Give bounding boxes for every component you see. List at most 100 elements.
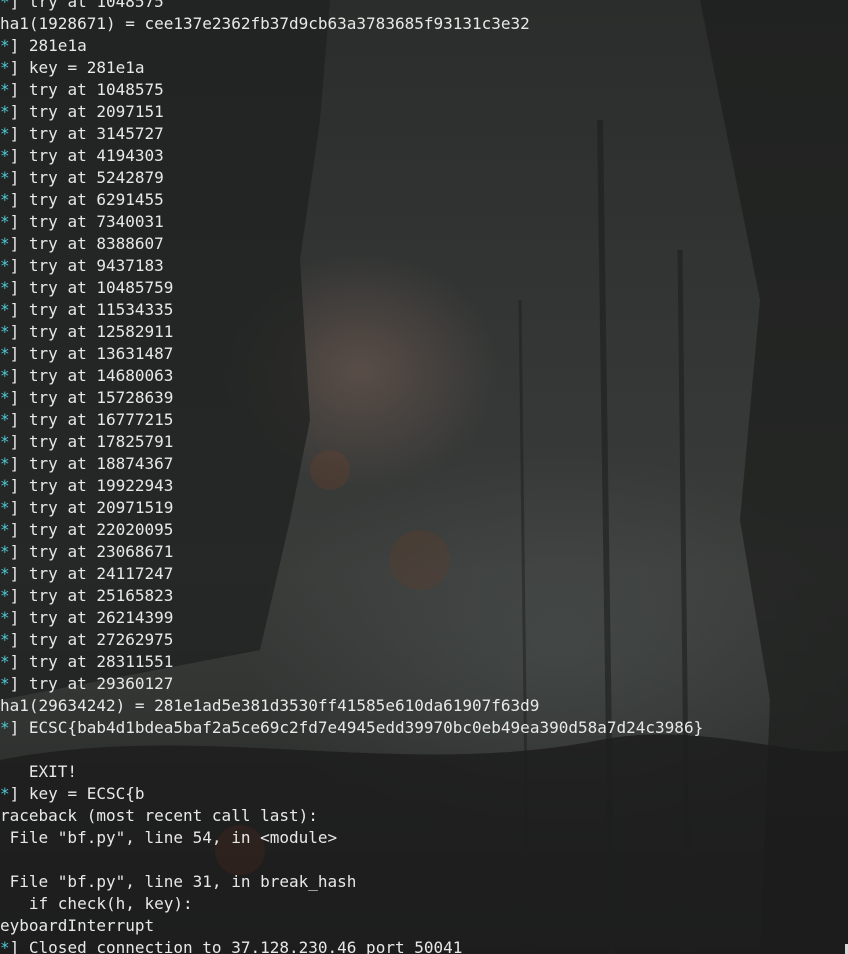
terminal-line: *] try at 1048575 (0, 79, 164, 101)
terminal-line-text: ] try at 25165823 (9, 586, 174, 605)
status-star: * (0, 36, 10, 55)
terminal-line-text: ] try at 1048575 (9, 0, 164, 11)
terminal-line: *] try at 6291455 (0, 189, 164, 211)
terminal-line-text: ] try at 17825791 (9, 432, 174, 451)
terminal-line: ha1(1928671) = cee137e2362fb37d9cb63a378… (0, 13, 530, 35)
terminal-line: *] try at 16777215 (0, 409, 173, 431)
terminal-line: *] try at 4194303 (0, 145, 164, 167)
status-star: * (0, 784, 10, 803)
terminal-line: *] key = 281e1a (0, 57, 145, 79)
terminal-line: *] try at 8388607 (0, 233, 164, 255)
status-star: * (0, 168, 10, 187)
terminal-line-text: ] try at 22020095 (9, 520, 174, 539)
status-star: * (0, 190, 10, 209)
terminal-line: File "bf.py", line 31, in break_hash (0, 871, 357, 893)
terminal-line-text: ] try at 1048575 (9, 80, 164, 99)
terminal-line: *] try at 22020095 (0, 519, 173, 541)
terminal-line-text: raceback (most recent call last): (0, 806, 318, 825)
status-star: * (0, 454, 10, 473)
terminal-line-text: ] try at 9437183 (9, 256, 164, 275)
status-star: * (0, 652, 10, 671)
terminal-line-text: ] try at 28311551 (9, 652, 174, 671)
status-star: * (0, 300, 10, 319)
terminal-line-text: ] try at 23068671 (9, 542, 174, 561)
terminal-line: *] try at 10485759 (0, 277, 173, 299)
terminal-line: if check(h, key): (0, 893, 193, 915)
terminal-line: *] try at 27262975 (0, 629, 173, 651)
terminal-line: *] try at 26214399 (0, 607, 173, 629)
terminal-line: File "bf.py", line 54, in <module> (0, 827, 338, 849)
terminal-line: *] try at 13631487 (0, 343, 173, 365)
terminal-line: *] try at 19922943 (0, 475, 173, 497)
status-star: * (0, 476, 10, 495)
terminal-line: *] try at 7340031 (0, 211, 164, 233)
terminal-line-text: ] try at 26214399 (9, 608, 174, 627)
terminal-line-text: ] try at 2097151 (9, 102, 164, 121)
status-star: * (0, 674, 10, 693)
status-star: * (0, 586, 10, 605)
status-star: * (0, 344, 10, 363)
status-star: * (0, 520, 10, 539)
terminal-line-text: File "bf.py", line 31, in break_hash (0, 872, 357, 891)
terminal-line-text: ] try at 15728639 (9, 388, 174, 407)
terminal-line: ha1(29634242) = 281e1ad5e381d3530ff41585… (0, 695, 539, 717)
terminal-line-text: eyboardInterrupt (0, 916, 155, 935)
terminal-line-text: ] try at 10485759 (9, 278, 174, 297)
terminal-line-text: ] key = ECSC{b (9, 784, 145, 803)
terminal-line: *] try at 29360127 (0, 673, 173, 695)
terminal-line: *] try at 3145727 (0, 123, 164, 145)
status-star: * (0, 366, 10, 385)
terminal-line-text: ] try at 12582911 (9, 322, 174, 341)
status-star: * (0, 630, 10, 649)
terminal-line: *] try at 12582911 (0, 321, 173, 343)
status-star: * (0, 124, 10, 143)
terminal-line-text: ] try at 13631487 (9, 344, 174, 363)
terminal-line-text: ] try at 11534335 (9, 300, 174, 319)
terminal-line: *] try at 24117247 (0, 563, 173, 585)
status-star: * (0, 432, 10, 451)
terminal-line-text: ha1(29634242) = 281e1ad5e381d3530ff41585… (0, 696, 540, 715)
terminal-line: *] try at 17825791 (0, 431, 173, 453)
terminal-line: EXIT! (0, 761, 77, 783)
terminal-line-text: ] key = 281e1a (9, 58, 145, 77)
terminal-line: *] try at 9437183 (0, 255, 164, 277)
terminal-line-text: ] ECSC{bab4d1bdea5baf2a5ce69c2fd7e4945ed… (9, 718, 704, 737)
terminal-line-text: ] try at 19922943 (9, 476, 174, 495)
status-star: * (0, 322, 10, 341)
terminal-line: eyboardInterrupt (0, 915, 154, 937)
status-star: * (0, 410, 10, 429)
terminal-line: *] try at 11534335 (0, 299, 173, 321)
terminal-line: *] try at 15728639 (0, 387, 173, 409)
terminal-line: *] try at 1048575 (0, 0, 164, 13)
status-star: * (0, 498, 10, 517)
status-star: * (0, 388, 10, 407)
terminal-line: *] ECSC{bab4d1bdea5baf2a5ce69c2fd7e4945e… (0, 717, 703, 739)
terminal-line-text: ] try at 29360127 (9, 674, 174, 693)
terminal-line-text: ] try at 27262975 (9, 630, 174, 649)
status-star: * (0, 80, 10, 99)
status-star: * (0, 102, 10, 121)
terminal-line-text: ] try at 20971519 (9, 498, 174, 517)
terminal-line-text: ] try at 8388607 (9, 234, 164, 253)
terminal-line: *] try at 14680063 (0, 365, 173, 387)
terminal-line-text: ] Closed connection to 37.128.230.46 por… (9, 938, 463, 954)
status-star: * (0, 564, 10, 583)
terminal-line-text: ] try at 7340031 (9, 212, 164, 231)
terminal-line-text: ] try at 24117247 (9, 564, 174, 583)
terminal-line-text: ] try at 4194303 (9, 146, 164, 165)
terminal-line-text: ] try at 5242879 (9, 168, 164, 187)
terminal-line-text: ] try at 3145727 (9, 124, 164, 143)
terminal-line: *] Closed connection to 37.128.230.46 po… (0, 937, 462, 954)
terminal-line: *] try at 2097151 (0, 101, 164, 123)
terminal-line-text: ha1(1928671) = cee137e2362fb37d9cb63a378… (0, 14, 530, 33)
status-star: * (0, 146, 10, 165)
terminal-line: *] try at 18874367 (0, 453, 173, 475)
terminal-line: raceback (most recent call last): (0, 805, 318, 827)
terminal-line-text: ] try at 18874367 (9, 454, 174, 473)
terminal-line-text: File "bf.py", line 54, in <module> (0, 828, 338, 847)
terminal-line-text: EXIT! (0, 762, 78, 781)
status-star: * (0, 608, 10, 627)
terminal-output: *] try at 1048575 ha1(1928671) = cee137e2… (0, 0, 848, 954)
terminal-line: *] try at 20971519 (0, 497, 173, 519)
status-star: * (0, 256, 10, 275)
